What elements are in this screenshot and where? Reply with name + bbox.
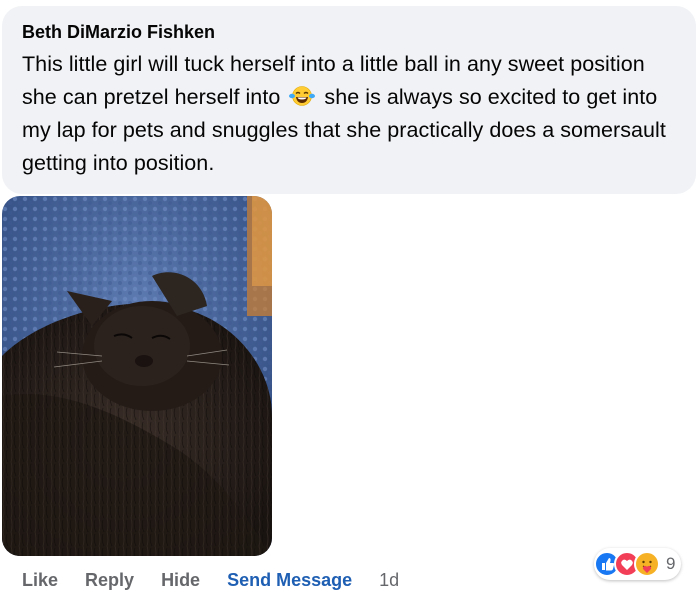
- cat-photo-image: [2, 196, 272, 556]
- comment-bubble: Beth DiMarzio Fishken This little girl w…: [2, 6, 696, 194]
- send-message-button[interactable]: Send Message: [227, 570, 352, 591]
- care-icon: [634, 551, 660, 577]
- cat-photo[interactable]: [2, 196, 272, 556]
- comment-actions: Like Reply Hide Send Message 1d: [22, 568, 399, 592]
- reply-button[interactable]: Reply: [85, 570, 134, 591]
- comment-text: This little girl will tuck herself into …: [22, 48, 676, 180]
- reaction-count: 9: [666, 554, 676, 573]
- laughing-tears-emoji-icon: [289, 86, 316, 106]
- reactions-summary[interactable]: 9: [594, 548, 682, 580]
- comment-timestamp[interactable]: 1d: [379, 570, 399, 591]
- hide-button[interactable]: Hide: [161, 570, 200, 591]
- comment-author[interactable]: Beth DiMarzio Fishken: [22, 20, 676, 44]
- like-button[interactable]: Like: [22, 570, 58, 591]
- reaction-icons: [594, 551, 660, 577]
